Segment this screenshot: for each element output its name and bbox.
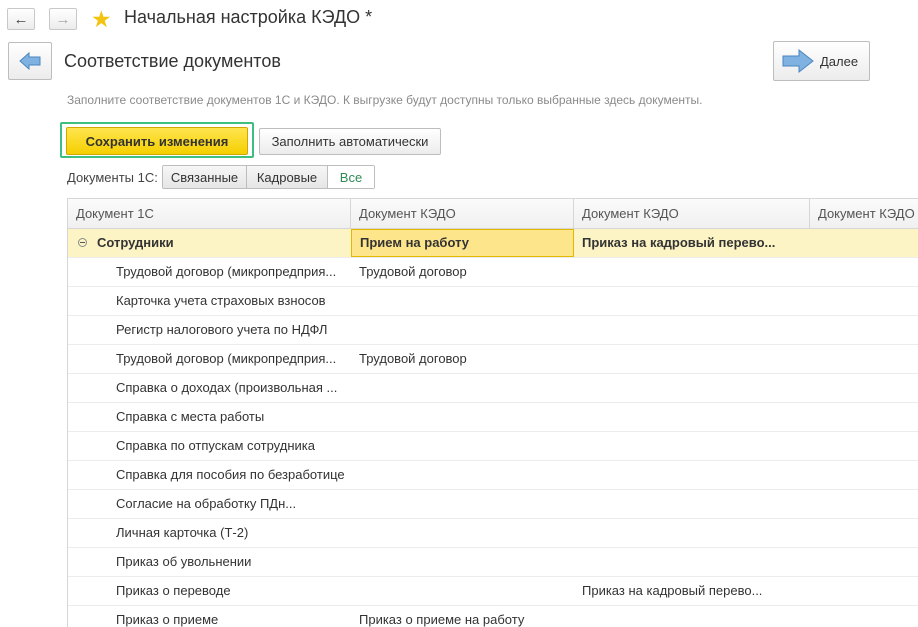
arrow-left-icon: ←	[13, 10, 29, 28]
cell-doc-kedo-2[interactable]	[582, 316, 806, 344]
autofill-button[interactable]: Заполнить автоматически	[259, 128, 441, 155]
cell-doc-kedo-2[interactable]	[582, 548, 806, 576]
cell-doc-1c: Трудовой договор (микропредприя...	[116, 351, 337, 366]
back-button[interactable]	[8, 42, 52, 80]
cell-doc-kedo-1[interactable]	[359, 316, 569, 344]
table-row[interactable]: Согласие на обработку ПДн...	[68, 490, 918, 519]
table-row[interactable]: Трудовой договор (микропредприя... Трудов…	[68, 258, 918, 287]
cell-doc-1c: Справка с места работы	[116, 409, 265, 424]
cell-doc-kedo-2[interactable]: Приказ на кадровый перево...	[582, 577, 806, 605]
table-row[interactable]: Приказ об увольнении	[68, 548, 918, 577]
table-row[interactable]: Справка для пособия по безработице	[68, 461, 918, 490]
table-row[interactable]: Справка по отпускам сотрудника	[68, 432, 918, 461]
cell-doc-1c: Регистр налогового учета по НДФЛ	[116, 322, 328, 337]
next-button-label: Далее	[820, 53, 859, 69]
documents-filter: Связанные Кадровые Все	[162, 165, 375, 189]
cell-doc-kedo-1[interactable]	[359, 461, 569, 489]
table-row[interactable]: Карточка учета страховых взносов	[68, 287, 918, 316]
group-cell-kedo-1[interactable]: Прием на работу	[351, 229, 574, 257]
column-header-doc-1c[interactable]: Документ 1С	[68, 199, 351, 228]
table-header: Документ 1С Документ КЭДО Документ КЭДО …	[68, 199, 918, 229]
cell-doc-1c: Карточка учета страховых взносов	[116, 293, 326, 308]
back-arrow-icon	[19, 52, 41, 70]
cell-doc-kedo-2[interactable]	[582, 258, 806, 286]
cell-doc-kedo-2[interactable]	[582, 403, 806, 431]
cell-doc-1c: Приказ об увольнении	[116, 554, 252, 569]
cell-doc-1c: Справка для пособия по безработице	[116, 467, 345, 482]
cell-doc-kedo-1[interactable]: Трудовой договор	[359, 258, 569, 286]
form-title: Соответствие документов	[64, 51, 281, 71]
column-header-doc-kedo-1[interactable]: Документ КЭДО	[351, 199, 574, 228]
cell-doc-kedo-2[interactable]	[582, 606, 806, 627]
table-row[interactable]: Трудовой договор (микропредприя... Трудов…	[68, 345, 918, 374]
cell-doc-1c: Справка о доходах (произвольная ...	[116, 380, 338, 395]
arrow-right-icon: →	[55, 10, 71, 28]
cell-doc-kedo-2[interactable]	[582, 374, 806, 402]
cell-doc-kedo-2[interactable]	[582, 287, 806, 315]
window-title: Начальная настройка КЭДО *	[124, 7, 373, 27]
cell-doc-kedo-1[interactable]: Приказ о приеме на работу	[359, 606, 569, 627]
cell-doc-1c: Приказ о приеме	[116, 612, 219, 627]
cell-doc-1c: Трудовой договор (микропредприя...	[116, 264, 337, 279]
next-button[interactable]: Далее	[773, 41, 870, 81]
forward-nav-button[interactable]: →	[49, 8, 77, 30]
cell-doc-kedo-1[interactable]	[359, 374, 569, 402]
cell-doc-kedo-1[interactable]	[359, 287, 569, 315]
cell-doc-kedo-1[interactable]	[359, 577, 569, 605]
save-changes-button[interactable]: Сохранить изменения	[66, 127, 248, 155]
table-row[interactable]: Справка с места работы	[68, 403, 918, 432]
collapse-icon[interactable]	[78, 238, 87, 247]
table-row[interactable]: Личная карточка (Т-2)	[68, 519, 918, 548]
cell-doc-kedo-2[interactable]	[582, 345, 806, 373]
column-header-doc-kedo-3[interactable]: Документ КЭДО	[810, 199, 918, 228]
favorite-star-icon[interactable]: ★	[91, 6, 112, 32]
cell-doc-kedo-1[interactable]	[359, 432, 569, 460]
table-row[interactable]: Приказ о приеме Приказ о приеме на работу	[68, 606, 918, 627]
next-arrow-icon	[782, 49, 814, 73]
filter-linked[interactable]: Связанные	[163, 166, 247, 188]
cell-doc-kedo-1[interactable]	[359, 490, 569, 518]
form-hint: Заполните соответствие документов 1С и К…	[67, 93, 703, 107]
cell-doc-kedo-2[interactable]	[582, 461, 806, 489]
filter-label: Документы 1С:	[67, 170, 158, 185]
table-row[interactable]: Приказ о переводе Приказ на кадровый пере…	[68, 577, 918, 606]
filter-personnel[interactable]: Кадровые	[247, 166, 328, 188]
cell-doc-kedo-2[interactable]	[582, 432, 806, 460]
app-window: ← → ★ Начальная настройка КЭДО * Соответ…	[0, 0, 918, 627]
cell-doc-kedo-2[interactable]	[582, 519, 806, 547]
cell-doc-1c: Справка по отпускам сотрудника	[116, 438, 315, 453]
back-nav-button[interactable]: ←	[7, 8, 35, 30]
cell-doc-kedo-1[interactable]	[359, 548, 569, 576]
cell-doc-kedo-1[interactable]: Трудовой договор	[359, 345, 569, 373]
table-group-row[interactable]: Сотрудники Прием на работу Приказ на кад…	[68, 229, 918, 258]
cell-doc-kedo-1[interactable]	[359, 403, 569, 431]
cell-doc-kedo-1[interactable]	[359, 519, 569, 547]
table-row[interactable]: Регистр налогового учета по НДФЛ	[68, 316, 918, 345]
group-label: Сотрудники	[97, 235, 174, 250]
cell-doc-1c: Приказ о переводе	[116, 583, 231, 598]
column-header-doc-kedo-2[interactable]: Документ КЭДО	[574, 199, 810, 228]
documents-table: Документ 1С Документ КЭДО Документ КЭДО …	[67, 198, 918, 627]
cell-doc-kedo-2[interactable]	[582, 490, 806, 518]
group-cell-kedo-2[interactable]: Приказ на кадровый перево...	[582, 229, 808, 257]
table-row[interactable]: Справка о доходах (произвольная ...	[68, 374, 918, 403]
cell-doc-1c: Согласие на обработку ПДн...	[116, 496, 297, 511]
filter-all[interactable]: Все	[328, 166, 374, 188]
cell-doc-1c: Личная карточка (Т-2)	[116, 525, 249, 540]
